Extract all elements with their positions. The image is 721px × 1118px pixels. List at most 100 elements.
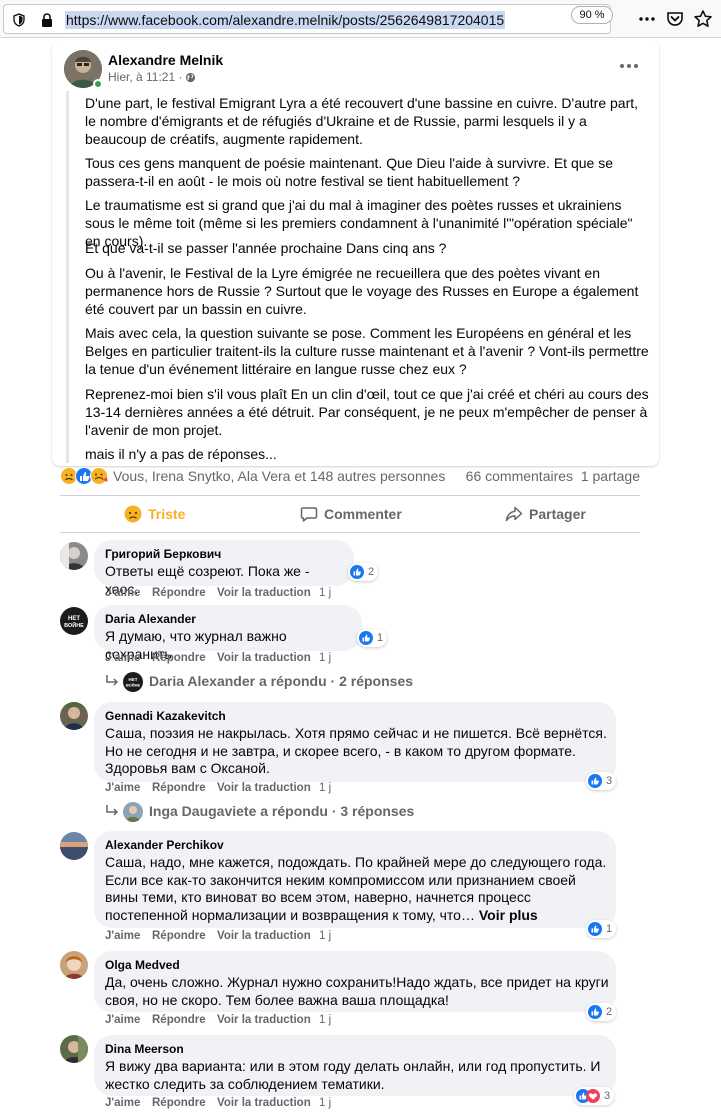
comment-bubble: Григорий Беркович Ответы ещё созреют. По… xyxy=(94,540,354,597)
post-paragraph: Reprenez-moi bien s'il vous plaît En un … xyxy=(85,386,649,438)
comment-time[interactable]: 1 j xyxy=(319,587,331,599)
like-icon xyxy=(588,1005,602,1019)
comment-bubble: Olga Medved Да, очень сложно. Журнал нуж… xyxy=(94,951,616,1012)
comment-reaction-badge[interactable]: 3 xyxy=(586,772,617,790)
commenter-avatar[interactable] xyxy=(60,1035,88,1063)
comment-reaction-count: 2 xyxy=(368,566,375,578)
post-timestamp[interactable]: Hier, à 11:21 · xyxy=(108,70,182,84)
comment-like-link[interactable]: J'aime xyxy=(105,782,140,794)
comment-reaction-badge[interactable]: 1 xyxy=(357,629,388,647)
share-arrow-icon xyxy=(505,506,523,522)
reaction-emojis-icon[interactable] xyxy=(60,467,110,485)
comment-bubble: Dina Meerson Я вижу два варианта: или в … xyxy=(94,1035,616,1096)
comment-translate-link[interactable]: Voir la traduction xyxy=(217,587,311,599)
post-options-icon[interactable] xyxy=(618,60,640,72)
comment-bubble: Gennadi Kazakevitch Саша, поэзия не накр… xyxy=(94,702,616,782)
comment-time[interactable]: 1 j xyxy=(319,782,331,794)
page-actions-icon[interactable] xyxy=(637,9,657,29)
comment-like-link[interactable]: J'aime xyxy=(105,1014,140,1026)
reply-summary-text: Inga Daugaviete a répondu · 3 réponses xyxy=(149,803,415,819)
comment-reaction-badge[interactable]: 2 xyxy=(586,1003,617,1021)
reply-arrow-icon xyxy=(106,805,119,816)
address-bar[interactable]: https://www.facebook.com/alexandre.melni… xyxy=(3,4,611,34)
comment-translate-link[interactable]: Voir la traduction xyxy=(217,1014,311,1026)
commenter-avatar[interactable] xyxy=(60,702,88,730)
see-more-link[interactable]: Voir plus xyxy=(479,907,538,923)
comment-text: Саша, надо, мне кажется, подождать. По к… xyxy=(105,854,610,925)
svg-text:НЕТ: НЕТ xyxy=(129,677,138,682)
audience-globe-icon[interactable] xyxy=(185,72,196,83)
comment-reply-link[interactable]: Répondre xyxy=(152,587,206,599)
commenter-avatar[interactable] xyxy=(60,951,88,979)
svg-text:ВОЙНЕ: ВОЙНЕ xyxy=(126,683,141,688)
post-paragraph: Ou à l'avenir, le Festival de la Lyre ém… xyxy=(85,265,639,317)
bookmark-star-icon[interactable] xyxy=(693,9,713,29)
commenter-name[interactable]: Gennadi Kazakevitch xyxy=(105,709,226,723)
comment-time[interactable]: 1 j xyxy=(319,930,331,942)
comment-like-link[interactable]: J'aime xyxy=(105,1097,140,1109)
commenter-avatar[interactable]: НЕТ ВОЙНЕ xyxy=(60,607,88,635)
comment-reaction-badge[interactable]: 2 xyxy=(348,563,379,581)
commenter-name[interactable]: Daria Alexander xyxy=(105,612,196,626)
comment-like-link[interactable]: J'aime xyxy=(105,652,140,664)
comment-reaction-badge[interactable]: 3 xyxy=(574,1087,615,1105)
lock-icon[interactable] xyxy=(40,13,54,27)
comment-reaction-count: 3 xyxy=(606,775,613,787)
url-text[interactable]: https://www.facebook.com/alexandre.melni… xyxy=(65,11,506,29)
post-card: Alexandre Melnik Hier, à 11:21 · D'une p… xyxy=(52,40,659,466)
comment-translate-link[interactable]: Voir la traduction xyxy=(217,930,311,942)
reply-summary-text: Daria Alexander a répondu · 2 réponses xyxy=(149,673,414,689)
comment-like-link[interactable]: J'aime xyxy=(105,587,140,599)
comments-count[interactable]: 66 commentaires xyxy=(466,468,573,484)
comment-reaction-count: 1 xyxy=(606,923,613,935)
reaction-summary: Vous, Irena Snytko, Ala Vera et 148 autr… xyxy=(60,466,640,486)
comment-time[interactable]: 1 j xyxy=(319,1097,331,1109)
comment-reaction-count: 2 xyxy=(606,1006,613,1018)
comment-reply-link[interactable]: Répondre xyxy=(152,652,206,664)
reaction-names[interactable]: Vous, Irena Snytko, Ala Vera et 148 autr… xyxy=(113,468,445,484)
commenter-name[interactable]: Olga Medved xyxy=(105,958,180,972)
shares-count[interactable]: 1 partage xyxy=(581,468,640,484)
commenter-name[interactable]: Dina Meerson xyxy=(105,1042,184,1056)
like-icon xyxy=(588,922,602,936)
comment-text: Саша, поэзия не накрылась. Хотя прямо се… xyxy=(105,725,607,777)
comment-share-counts: 66 commentaires 1 partage xyxy=(466,468,640,484)
comment-reply-link[interactable]: Répondre xyxy=(152,1014,206,1026)
post-author-name[interactable]: Alexandre Melnik xyxy=(108,52,223,68)
commenter-name[interactable]: Григорий Беркович xyxy=(105,547,221,561)
comment-reaction-count: 1 xyxy=(377,632,384,644)
sad-emoji-icon xyxy=(124,505,142,523)
comment-text: Да, очень сложно. Журнал нужно сохранить… xyxy=(105,974,609,1008)
post-paragraph: Et que va-t-il se passer l'année prochai… xyxy=(85,240,447,256)
comment-time[interactable]: 1 j xyxy=(319,652,331,664)
reply-arrow-icon xyxy=(106,675,119,686)
commenter-name[interactable]: Alexander Perchikov xyxy=(105,838,224,852)
like-icon xyxy=(588,774,602,788)
triste-label: Triste xyxy=(148,506,186,522)
zoom-level-badge[interactable]: 90 % xyxy=(571,6,613,24)
share-label: Partager xyxy=(529,506,586,522)
like-icon xyxy=(359,631,373,645)
comment-text: Я вижу два варианта: или в этом году дел… xyxy=(105,1058,601,1092)
comment-reply-link[interactable]: Répondre xyxy=(152,1097,206,1109)
comment-time[interactable]: 1 j xyxy=(319,1014,331,1026)
comment-reply-link[interactable]: Répondre xyxy=(152,930,206,942)
comment-reply-link[interactable]: Répondre xyxy=(152,782,206,794)
comment-bubble: Alexander Perchikov Саша, надо, мне каже… xyxy=(94,831,616,928)
comment-reaction-badge[interactable]: 1 xyxy=(586,920,617,938)
pocket-icon[interactable] xyxy=(665,9,685,29)
comment-like-link[interactable]: J'aime xyxy=(105,930,140,942)
browser-toolbar: https://www.facebook.com/alexandre.melni… xyxy=(0,0,721,38)
post-paragraph: D'une part, le festival Emigrant Lyra a … xyxy=(85,95,639,147)
comment-bubble: Daria Alexander Я думаю, что журнал важн… xyxy=(94,605,362,662)
post-body: D'une part, le festival Emigrant Lyra a … xyxy=(66,91,653,463)
comment-translate-link[interactable]: Voir la traduction xyxy=(217,782,311,794)
online-status-dot xyxy=(93,79,103,89)
comment-translate-link[interactable]: Voir la traduction xyxy=(217,652,311,664)
post-paragraph: mais il n'y a pas de réponses... xyxy=(85,446,277,462)
commenter-avatar[interactable] xyxy=(60,832,88,860)
replier-avatar xyxy=(123,802,143,822)
commenter-avatar[interactable] xyxy=(60,542,88,570)
comment-translate-link[interactable]: Voir la traduction xyxy=(217,1097,311,1109)
tracking-shield-icon[interactable] xyxy=(13,13,25,27)
